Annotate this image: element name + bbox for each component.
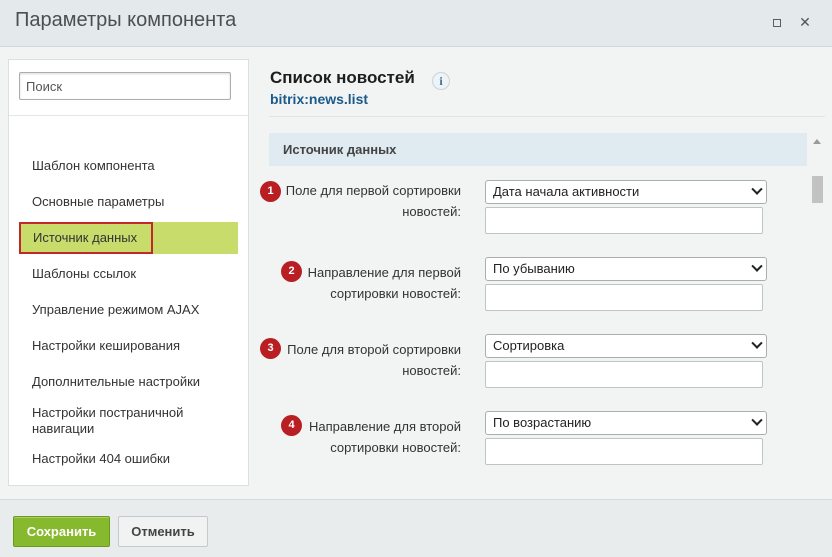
sidebar-item-main-params[interactable]: Основные параметры (20, 194, 238, 210)
sidebar-item-ajax-mode[interactable]: Управление режимом AJAX (20, 302, 238, 318)
sidebar-divider (9, 115, 248, 116)
component-title: Список новостей (270, 68, 415, 87)
chevron-down-icon (751, 414, 763, 426)
sidebar-item-label: Управление режимом AJAX (32, 302, 200, 317)
sidebar-item-label: Дополнительные настройки (32, 374, 201, 389)
sort-order-1-input[interactable] (485, 284, 763, 311)
field-label-line: новостей: (402, 204, 461, 219)
window-titlebar: Параметры компонента ✕ (0, 0, 832, 47)
field-label-line: новостей: (402, 363, 461, 378)
field-label-line: Поле для первой сортировки (285, 183, 461, 198)
select-value: Дата начала активности (493, 184, 640, 199)
search-input[interactable] (19, 72, 231, 100)
window-title: Параметры компонента (15, 9, 237, 31)
sort-order-1-select[interactable]: По убыванию (485, 257, 767, 281)
divider (269, 116, 825, 117)
select-value: По возрастанию (493, 415, 592, 430)
sidebar-item-label: Настройки кеширования (32, 338, 181, 353)
main-panel: Список новостей i bitrix:news.list Источ… (257, 47, 832, 499)
sidebar-item-label: Основные параметры (32, 194, 165, 209)
sidebar-item-label: Настройки постраничной навигации (32, 405, 184, 436)
field-label: Поле для первой сортировки новостей: (261, 180, 461, 222)
sidebar-item-label: Шаблоны ссылок (32, 266, 137, 281)
sidebar-item-link-templates[interactable]: Шаблоны ссылок (20, 266, 238, 282)
sort-order-2-input[interactable] (485, 438, 763, 465)
select-value: Сортировка (493, 338, 565, 353)
field-label-line: Поле для второй сортировки (287, 342, 461, 357)
highlight-frame: Источник данных (19, 222, 153, 254)
field-second-sort-by: 3 Поле для второй сортировки новостей: С… (257, 333, 807, 393)
field-first-sort-by: 1 Поле для первой сортировки новостей: Д… (257, 179, 807, 239)
sidebar: Шаблон компонента Основные параметры Ист… (8, 59, 249, 486)
field-label: Направление для первой сортировки новост… (261, 262, 461, 304)
sidebar-item-cache-settings[interactable]: Настройки кеширования (20, 338, 238, 354)
sidebar-item-pagination-settings[interactable]: Настройки постраничной навигации (20, 405, 190, 437)
dialog-content: Шаблон компонента Основные параметры Ист… (0, 47, 832, 499)
field-label-line: Направление для второй (308, 419, 461, 434)
chevron-down-icon (751, 183, 763, 195)
sort-order-2-select[interactable]: По возрастанию (485, 411, 767, 435)
field-first-sort-order: 2 Направление для первой сортировки ново… (257, 256, 807, 316)
maximize-icon[interactable] (769, 14, 785, 30)
save-button[interactable]: Сохранить (13, 516, 110, 547)
section-header: Источник данных (269, 133, 807, 166)
component-code: bitrix:news.list (270, 91, 369, 107)
sort-field-1-select[interactable]: Дата начала активности (485, 180, 767, 204)
sidebar-item-label: Настройки 404 ошибки (32, 451, 170, 466)
field-label-line: сортировки новостей: (330, 440, 461, 455)
field-label: Направление для второй сортировки новост… (261, 416, 461, 458)
sidebar-item-data-source[interactable]: Источник данных (19, 222, 238, 254)
scrollbar[interactable] (809, 133, 825, 499)
select-value: По убыванию (493, 261, 575, 276)
sort-field-2-select[interactable]: Сортировка (485, 334, 767, 358)
scrollbar-thumb[interactable] (812, 176, 823, 203)
sidebar-item-label: Шаблон компонента (32, 158, 155, 173)
sidebar-item-404-settings[interactable]: Настройки 404 ошибки (20, 451, 238, 467)
field-second-sort-order: 4 Направление для второй сортировки ново… (257, 410, 807, 470)
sort-field-2-input[interactable] (485, 361, 763, 388)
sidebar-item-label: Источник данных (33, 230, 138, 245)
sidebar-item-additional-settings[interactable]: Дополнительные настройки (20, 374, 238, 390)
field-label-line: сортировки новостей: (330, 286, 461, 301)
info-icon[interactable]: i (432, 72, 450, 90)
field-label-line: Направление для первой (307, 265, 461, 280)
close-icon[interactable]: ✕ (797, 14, 813, 30)
scroll-up-arrow-icon[interactable] (813, 139, 821, 144)
chevron-down-icon (751, 337, 763, 349)
dialog-footer: Сохранить Отменить (0, 499, 832, 557)
field-label: Поле для второй сортировки новостей: (261, 339, 461, 381)
sort-field-1-input[interactable] (485, 207, 763, 234)
cancel-button[interactable]: Отменить (118, 516, 208, 547)
chevron-down-icon (751, 260, 763, 272)
sidebar-item-component-template[interactable]: Шаблон компонента (20, 158, 238, 174)
